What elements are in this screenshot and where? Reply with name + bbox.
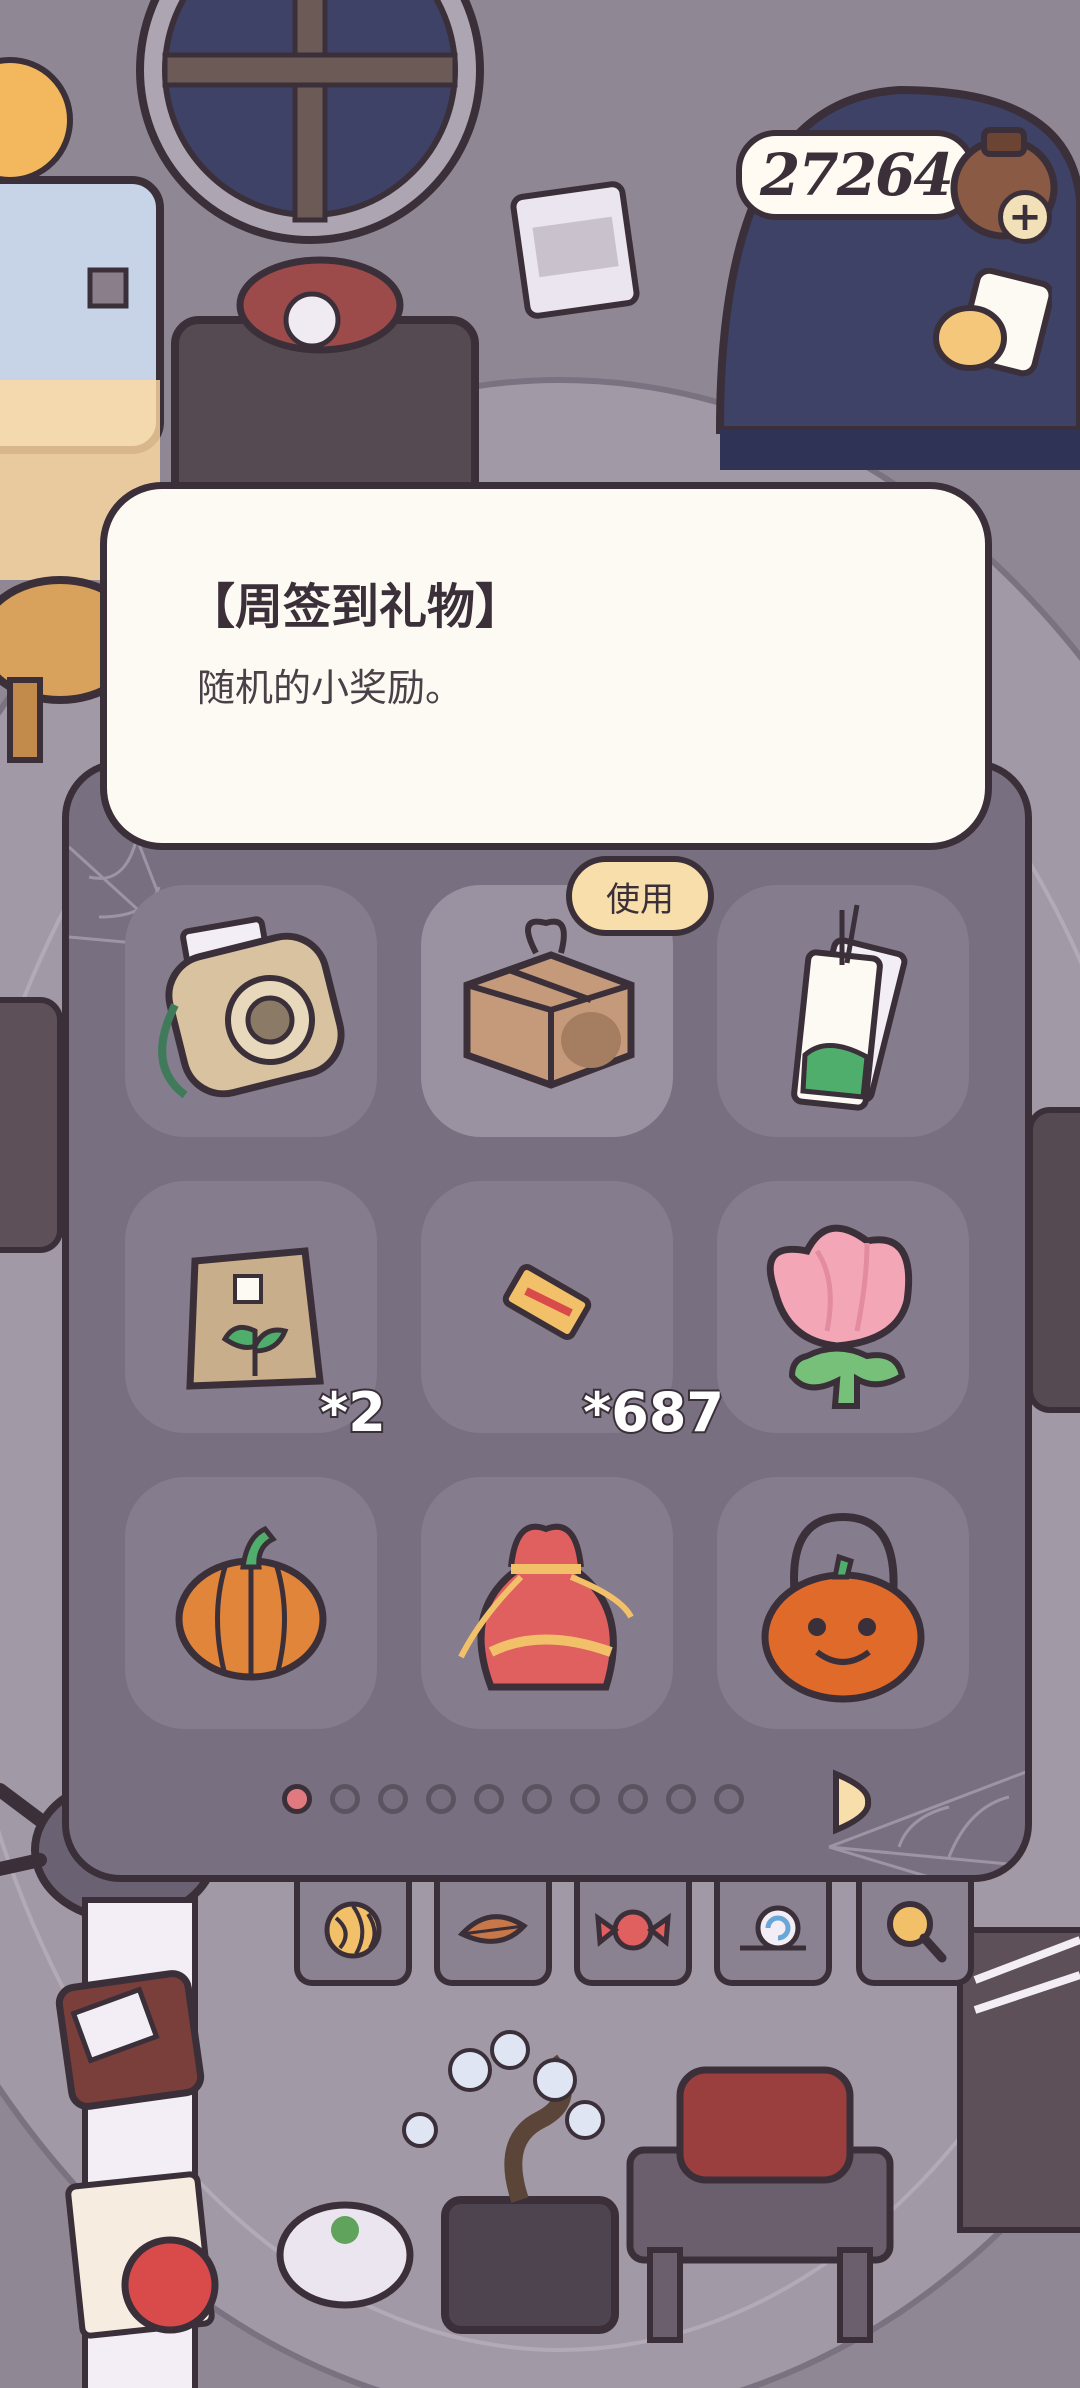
candy-icon [595, 1909, 671, 1951]
page-dot-1[interactable] [282, 1784, 312, 1814]
page-indicator [282, 1784, 744, 1814]
page-dot-9[interactable] [666, 1784, 696, 1814]
inventory-slot-7[interactable] [125, 1477, 377, 1729]
pumpkin-icon [175, 1525, 327, 1681]
inventory-slot-3[interactable] [717, 885, 969, 1137]
inventory-slot-5[interactable]: *687 [421, 1181, 726, 1446]
wall-calendar [510, 181, 640, 319]
red-pouch-icon [458, 1523, 634, 1691]
add-currency-button[interactable]: + [998, 190, 1052, 244]
use-button-label: 使用 [606, 879, 674, 920]
inventory-slot-4[interactable]: *2 [125, 1181, 388, 1446]
bookmark-tag-icon [791, 904, 908, 1111]
jack-o-lantern-basket-icon [761, 1512, 925, 1703]
page-dot-6[interactable] [522, 1784, 552, 1814]
book-stack [55, 1970, 205, 2110]
item-count: *687 [581, 1379, 726, 1446]
page-dot-8[interactable] [618, 1784, 648, 1814]
tab-yarn[interactable] [294, 1882, 412, 1986]
item-tooltip: 【周签到礼物】 随机的小奖励。 [100, 482, 992, 850]
inventory-slot-1[interactable] [125, 885, 377, 1137]
item-count: *2 [318, 1379, 388, 1446]
tab-candy[interactable] [574, 1882, 692, 1986]
page-dot-3[interactable] [378, 1784, 408, 1814]
use-button[interactable]: 使用 [566, 856, 714, 936]
inventory-panel: *2 *687 [62, 760, 1032, 1882]
page-dot-10[interactable] [714, 1784, 744, 1814]
page-dot-5[interactable] [474, 1784, 504, 1814]
tooltip-title: 【周签到礼物】 [187, 579, 524, 635]
leaf-icon [457, 1914, 528, 1944]
inventory-slot-6[interactable] [717, 1181, 969, 1433]
page-dot-7[interactable] [570, 1784, 600, 1814]
pink-tulip-icon [766, 1224, 913, 1409]
page-dot-4[interactable] [426, 1784, 456, 1814]
inventory-slot-8[interactable] [421, 1477, 673, 1729]
next-page-arrow-icon[interactable] [830, 1768, 874, 1836]
yarn-ball-icon [324, 1901, 382, 1959]
inventory-slot-9[interactable] [717, 1477, 969, 1729]
tab-leaf[interactable] [434, 1882, 552, 1986]
snail-shell-icon [740, 1905, 806, 1951]
tooltip-description: 随机的小奖励。 [197, 666, 464, 710]
tab-magnifier[interactable] [856, 1882, 974, 1986]
magnifier-icon [887, 1901, 947, 1963]
tab-snail[interactable] [714, 1882, 832, 1986]
instant-camera-icon [158, 916, 345, 1099]
page-dot-2[interactable] [330, 1784, 360, 1814]
plus-icon: + [1008, 194, 1042, 240]
pointing-hand-icon[interactable] [930, 268, 1052, 386]
currency-display: 272646 [736, 130, 992, 220]
